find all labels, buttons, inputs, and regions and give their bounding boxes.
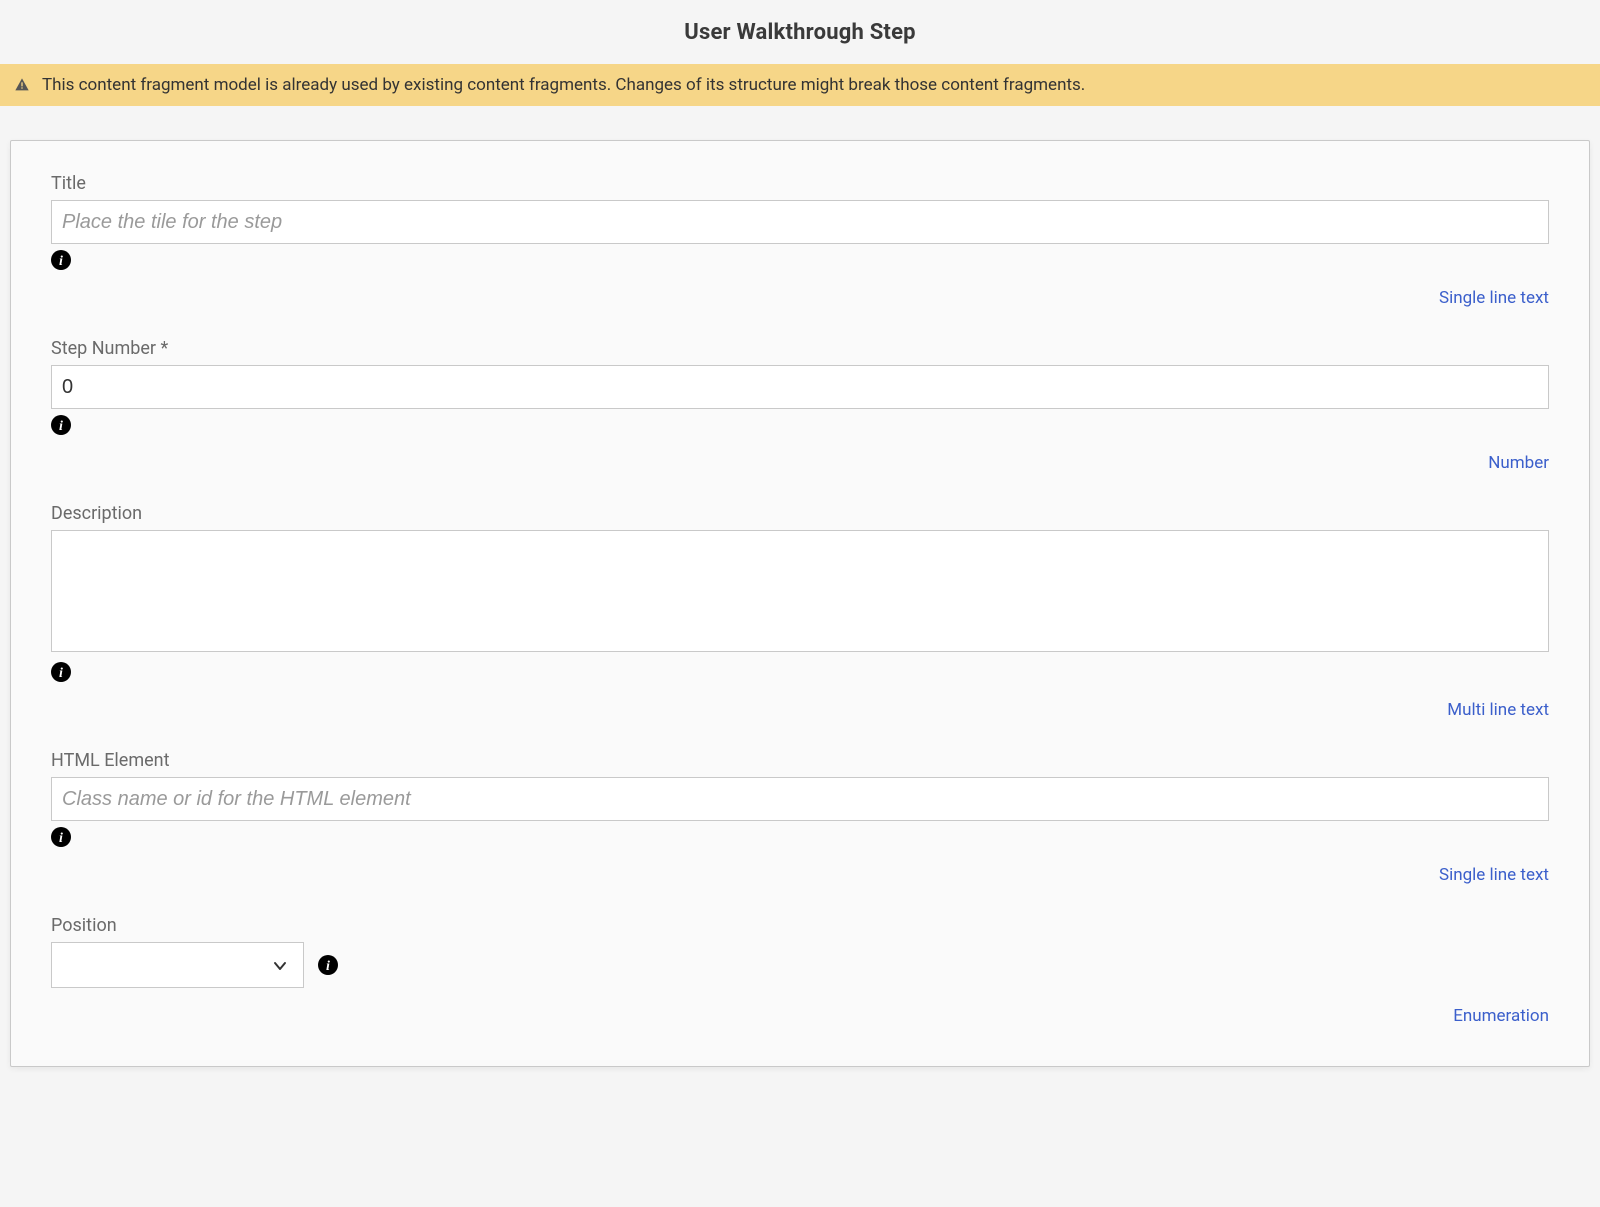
field-description-block: Description i Multi line text	[51, 503, 1549, 720]
field-html-element-type-hint: Single line text	[1439, 865, 1549, 885]
field-html-element-label: HTML Element	[51, 750, 1549, 771]
field-title-input[interactable]	[51, 200, 1549, 244]
field-step-number-label: Step Number *	[51, 338, 1549, 359]
page-title: User Walkthrough Step	[684, 20, 916, 45]
field-position-type-hint: Enumeration	[1453, 1006, 1549, 1026]
info-icon[interactable]: i	[51, 250, 71, 270]
field-html-element-block: HTML Element i Single line text	[51, 750, 1549, 885]
field-description-input[interactable]	[51, 530, 1549, 652]
field-title-label: Title	[51, 173, 1549, 194]
svg-text:i: i	[59, 419, 63, 434]
svg-text:i: i	[59, 831, 63, 846]
field-description-label: Description	[51, 503, 1549, 524]
info-icon[interactable]: i	[51, 827, 71, 847]
svg-text:i: i	[59, 254, 63, 269]
info-icon[interactable]: i	[51, 662, 71, 682]
info-icon[interactable]: i	[318, 955, 338, 975]
field-html-element-input[interactable]	[51, 777, 1549, 821]
field-position-block: Position i Enu	[51, 915, 1549, 1026]
info-icon[interactable]: i	[51, 415, 71, 435]
svg-text:i: i	[59, 666, 63, 681]
field-step-number-block: Step Number * i Number	[51, 338, 1549, 473]
page-header: User Walkthrough Step	[0, 0, 1600, 64]
field-description-type-hint: Multi line text	[1447, 700, 1549, 720]
field-title-type-hint: Single line text	[1439, 288, 1549, 308]
field-title-block: Title i Single line text	[51, 173, 1549, 308]
editor-panel: Title i Single line text Step Number *	[10, 140, 1590, 1067]
chevron-down-icon	[273, 958, 287, 972]
field-position-label: Position	[51, 915, 1549, 936]
field-position-select[interactable]	[51, 942, 304, 988]
warning-message: This content fragment model is already u…	[42, 75, 1085, 95]
field-step-number-input[interactable]	[51, 365, 1549, 409]
field-step-number-type-hint: Number	[1488, 453, 1549, 473]
svg-text:i: i	[326, 959, 330, 974]
warning-icon	[14, 77, 30, 93]
warning-banner: This content fragment model is already u…	[0, 64, 1600, 106]
